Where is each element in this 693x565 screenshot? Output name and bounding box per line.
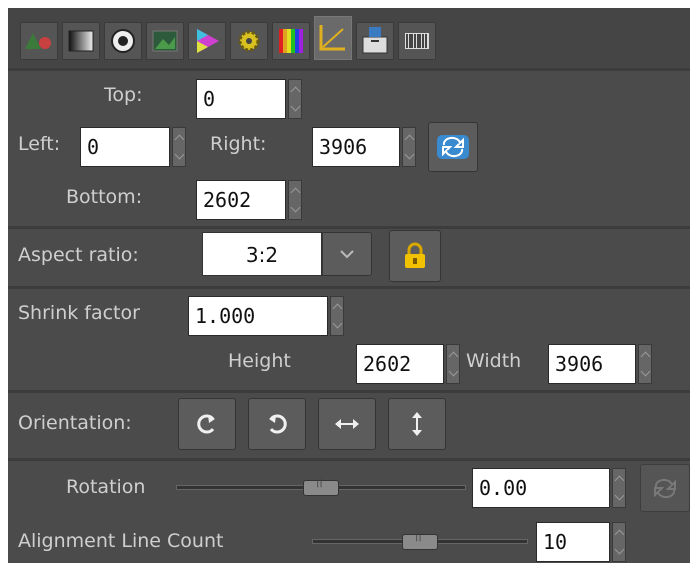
- top-label: Top:: [104, 84, 143, 106]
- left-input[interactable]: 0: [80, 127, 170, 167]
- refresh-icon: [654, 478, 676, 499]
- tab-barcode[interactable]: [398, 22, 436, 60]
- picture-icon: [152, 30, 178, 52]
- top-input[interactable]: 0: [196, 79, 286, 119]
- color-triangle-icon: [197, 29, 219, 53]
- tab-color[interactable]: [146, 22, 184, 60]
- spectrum-icon: [279, 29, 303, 53]
- reset-rotation-button[interactable]: [640, 464, 690, 512]
- rotation-slider-handle[interactable]: [303, 477, 339, 496]
- height-input[interactable]: 2602: [356, 344, 444, 384]
- height-label: Height: [228, 350, 291, 372]
- shrink-factor-spinner[interactable]: [330, 296, 344, 336]
- exposure-icon: [25, 33, 51, 49]
- tab-advanced[interactable]: [188, 22, 226, 60]
- alignment-line-count-label: Alignment Line Count: [18, 530, 224, 552]
- reset-crop-button[interactable]: [428, 122, 478, 172]
- rotate-right-icon: [197, 414, 215, 434]
- rotate-right-button[interactable]: [178, 398, 236, 450]
- width-spinner[interactable]: [638, 344, 652, 384]
- save-icon: [362, 27, 388, 54]
- shrink-factor-input[interactable]: 1.000: [188, 296, 328, 336]
- tab-raw[interactable]: [230, 22, 268, 60]
- rotate-left-button[interactable]: [248, 398, 306, 450]
- tab-transform[interactable]: [314, 16, 352, 60]
- gear-icon: [238, 30, 260, 52]
- right-label: Right:: [210, 133, 267, 155]
- tab-bw[interactable]: [62, 22, 100, 60]
- tab-exposure[interactable]: [20, 22, 58, 60]
- alignment-line-count-input[interactable]: 10: [536, 522, 610, 562]
- right-input[interactable]: 3906: [312, 127, 400, 167]
- orientation-label: Orientation:: [18, 412, 132, 434]
- flip-horizontal-icon: [335, 419, 359, 429]
- aspect-ratio-select[interactable]: 3:2: [202, 232, 322, 276]
- rotation-input[interactable]: 0.00: [472, 468, 610, 508]
- left-label: Left:: [18, 133, 61, 155]
- crop-angle-icon: [319, 25, 345, 51]
- width-label: Width: [466, 350, 522, 372]
- bottom-label: Bottom:: [66, 186, 143, 208]
- height-spinner[interactable]: [446, 344, 460, 384]
- separator: [8, 286, 690, 289]
- tab-wavelet[interactable]: [272, 22, 310, 60]
- flip-vertical-icon: [412, 412, 422, 436]
- lock-icon: [405, 242, 425, 268]
- top-spinner[interactable]: [288, 79, 302, 119]
- black-white-icon: [68, 30, 94, 52]
- tab-detail[interactable]: [104, 22, 142, 60]
- bottom-input[interactable]: 2602: [196, 180, 286, 220]
- lens-icon: [111, 29, 135, 53]
- tab-bar: [8, 8, 690, 68]
- barcode-icon: [405, 33, 429, 49]
- flip-horizontal-button[interactable]: [318, 398, 376, 450]
- left-spinner[interactable]: [172, 127, 186, 167]
- aspect-ratio-label: Aspect ratio:: [18, 244, 139, 266]
- aspect-ratio-dropdown[interactable]: [322, 232, 372, 276]
- lock-aspect-button[interactable]: [389, 230, 441, 282]
- shrink-factor-label: Shrink factor: [18, 302, 140, 324]
- right-spinner[interactable]: [402, 127, 416, 167]
- separator: [8, 68, 690, 71]
- alignment-line-count-spinner[interactable]: [612, 522, 626, 562]
- tab-metadata[interactable]: [356, 22, 394, 60]
- refresh-icon: [437, 135, 469, 159]
- chevron-down-icon: [340, 250, 354, 259]
- separator: [8, 390, 690, 393]
- separator: [8, 226, 690, 229]
- rotation-label: Rotation: [66, 476, 146, 498]
- flip-vertical-button[interactable]: [388, 398, 446, 450]
- bottom-spinner[interactable]: [288, 180, 302, 220]
- rotation-spinner[interactable]: [612, 468, 626, 508]
- alignment-line-count-slider-handle[interactable]: [402, 531, 438, 550]
- separator: [8, 458, 690, 461]
- rotate-left-icon: [269, 414, 287, 434]
- width-input[interactable]: 3906: [548, 344, 636, 384]
